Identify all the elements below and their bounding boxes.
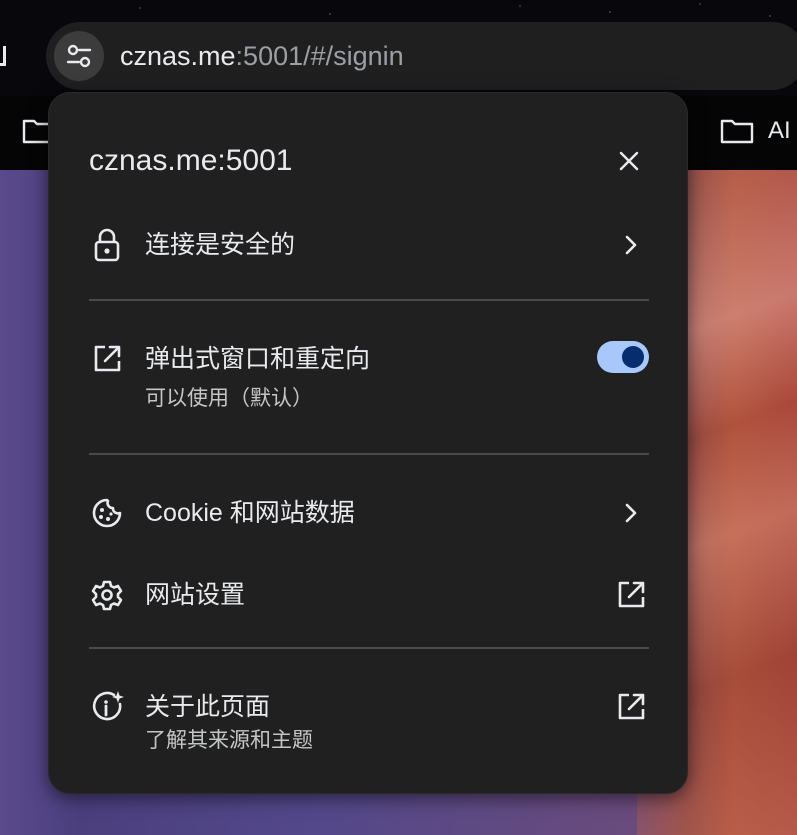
url-host: cznas.me: [120, 41, 236, 71]
divider: [89, 299, 649, 301]
popups-label: 弹出式窗口和重定向: [145, 345, 371, 373]
omnibox-url[interactable]: cznas.me:5001/#/signin: [120, 38, 404, 74]
close-button[interactable]: [611, 143, 647, 179]
cookie-icon: [89, 495, 125, 531]
chevron-right-icon: [613, 495, 649, 531]
site-settings-row[interactable]: 网站设置: [49, 577, 689, 613]
page-info-popup: cznas.me:5001 连接是安全的 弹出式窗口和重定向 可以使用（默认） …: [48, 92, 688, 794]
bookmark-folder-ai[interactable]: AI: [720, 118, 791, 144]
site-info-button[interactable]: [54, 31, 104, 81]
folder-icon: [720, 119, 754, 144]
popup-title: cznas.me:5001: [89, 144, 293, 177]
open-in-new-icon: [89, 341, 125, 377]
divider: [89, 647, 649, 649]
info-sparkle-icon: [89, 689, 125, 725]
cookies-label: Cookie 和网站数据: [145, 499, 355, 527]
about-page-sublabel: 了解其来源和主题: [145, 729, 313, 752]
home-icon[interactable]: [0, 46, 6, 66]
divider: [89, 453, 649, 455]
about-page-label: 关于此页面: [145, 693, 271, 721]
popups-toggle[interactable]: [597, 341, 649, 373]
cookies-row[interactable]: Cookie 和网站数据: [49, 495, 689, 531]
about-page-row[interactable]: 关于此页面 了解其来源和主题: [49, 689, 689, 761]
url-path: :5001/#/signin: [235, 41, 404, 71]
gear-icon: [89, 577, 125, 613]
lock-icon: [89, 227, 125, 263]
open-in-new-icon: [613, 577, 649, 613]
site-settings-label: 网站设置: [145, 581, 246, 609]
popups-sublabel: 可以使用（默认）: [145, 387, 313, 410]
connection-security-row[interactable]: 连接是安全的: [49, 227, 689, 263]
bookmark-folder-label: AI: [768, 117, 791, 144]
close-icon: [619, 151, 639, 171]
connection-label: 连接是安全的: [145, 231, 296, 259]
tune-icon: [66, 44, 92, 68]
toggle-knob: [622, 346, 644, 368]
chevron-right-icon: [613, 227, 649, 263]
popups-redirects-row: 弹出式窗口和重定向 可以使用（默认）: [49, 341, 689, 421]
open-in-new-icon: [613, 689, 649, 725]
